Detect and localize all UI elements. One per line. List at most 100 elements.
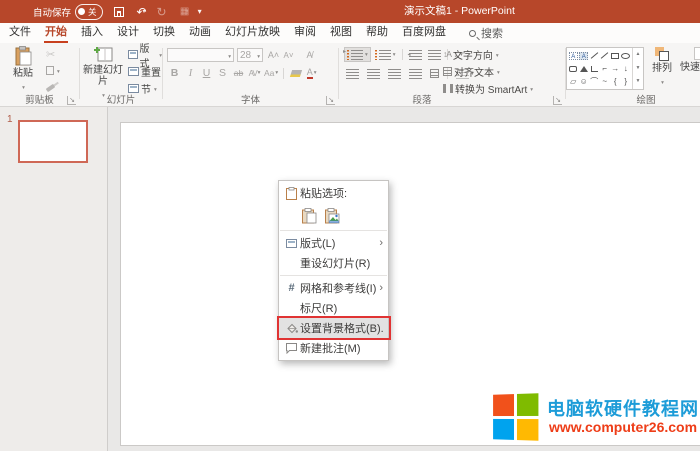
shapes-scroll-down-icon[interactable]: ▼ xyxy=(633,62,643,76)
oval-shape-icon[interactable] xyxy=(621,53,630,59)
align-right-button[interactable] xyxy=(386,66,403,81)
align-text-label: 对齐文本 xyxy=(454,64,494,79)
character-spacing-button[interactable] xyxy=(248,66,261,80)
quick-styles-button[interactable]: 快速样式 xyxy=(683,47,700,73)
tab-file[interactable]: 文件 xyxy=(2,23,38,43)
customize-qat-button[interactable]: ▾ xyxy=(198,7,202,16)
undo-dropdown-icon[interactable]: ▾ xyxy=(143,8,146,15)
copy-button[interactable] xyxy=(46,63,60,78)
text-shadow-button[interactable] xyxy=(216,66,229,80)
right-brace-shape-icon[interactable]: } xyxy=(624,78,627,86)
line-shape-icon[interactable] xyxy=(590,52,598,59)
paste-options-icon xyxy=(286,187,297,200)
freeform-shape-icon[interactable]: ▱ xyxy=(570,78,576,86)
paragraph-dialog-launcher-icon[interactable] xyxy=(553,96,562,105)
align-right-icon xyxy=(388,69,401,79)
tab-animations[interactable]: 动画 xyxy=(182,23,218,43)
curve-shape-icon[interactable]: ~ xyxy=(602,78,607,86)
tab-slideshow[interactable]: 幻灯片放映 xyxy=(218,23,287,43)
save-button[interactable] xyxy=(112,5,126,19)
quick-styles-icon xyxy=(694,47,700,60)
underline-button[interactable] xyxy=(200,66,213,80)
down-arrow-shape-icon[interactable]: ↓ xyxy=(624,65,628,73)
bullets-button[interactable] xyxy=(344,47,371,62)
shapes-gallery[interactable]: ⌐ → ↓ ▱ ☺ ⌒ ~ { } ▲ ▼ ▼ xyxy=(566,47,644,90)
slide-thumbnail[interactable] xyxy=(18,120,88,163)
tab-help[interactable]: 帮助 xyxy=(359,23,395,43)
menu-item-layout[interactable]: 版式(L) › xyxy=(279,233,388,253)
rectangle-shape-icon[interactable] xyxy=(611,53,619,59)
tab-home[interactable]: 开始 xyxy=(38,23,74,43)
align-text-button[interactable]: 对齐文本 xyxy=(443,64,500,79)
triangle-shape-icon[interactable] xyxy=(580,66,588,72)
highlight-pen-button[interactable] xyxy=(289,66,302,80)
paragraph-group-label: 段落 xyxy=(339,92,505,106)
rounded-rectangle-shape-icon[interactable] xyxy=(569,66,577,72)
arrange-button[interactable]: 排列 xyxy=(648,47,676,89)
search-box[interactable]: 搜索 xyxy=(469,25,503,41)
search-icon xyxy=(469,30,476,37)
justify-button[interactable] xyxy=(407,66,424,81)
menu-item-reset-slide[interactable]: 重设幻灯片(R) xyxy=(279,253,388,273)
italic-button[interactable] xyxy=(184,66,197,80)
decrease-indent-icon xyxy=(409,50,422,60)
align-center-button[interactable] xyxy=(365,66,382,81)
context-menu: 粘贴选项: xyxy=(278,180,389,361)
save-icon xyxy=(114,7,124,17)
columns-button[interactable] xyxy=(428,66,441,81)
reset-button[interactable]: 重置 xyxy=(128,64,161,79)
tab-baidu-netdisk[interactable]: 百度网盘 xyxy=(395,23,453,43)
font-name-combobox[interactable] xyxy=(167,48,234,62)
align-left-button[interactable] xyxy=(344,66,361,81)
vertical-textbox-shape-icon[interactable] xyxy=(579,52,588,60)
undo-button[interactable] xyxy=(135,5,149,19)
menu-item-new-comment[interactable]: 新建批注(M) xyxy=(279,338,388,358)
increase-indent-button[interactable] xyxy=(426,47,443,62)
paste-button[interactable]: 粘贴 xyxy=(6,46,40,94)
ribbon-tabs: 文件 开始 插入 设计 切换 动画 幻灯片放映 审阅 视图 帮助 百度网盘 搜索 xyxy=(0,23,700,43)
paste-use-theme-button[interactable] xyxy=(300,206,319,225)
strikethrough-button[interactable] xyxy=(232,66,245,80)
shapes-more-icon[interactable]: ▼ xyxy=(633,75,643,89)
font-size-combobox[interactable]: 28 xyxy=(237,48,263,62)
clipboard-dialog-launcher-icon[interactable] xyxy=(67,96,76,105)
menu-item-grid-guides[interactable]: # 网格和参考线(I)... › xyxy=(279,278,388,298)
shapes-scrollbar[interactable]: ▲ ▼ ▼ xyxy=(632,48,643,89)
change-case-button[interactable] xyxy=(264,66,278,80)
tab-insert[interactable]: 插入 xyxy=(74,23,110,43)
cut-button[interactable] xyxy=(46,47,55,62)
curve-connector-shape-icon[interactable]: ⌐ xyxy=(602,65,607,73)
arrow-line-shape-icon[interactable] xyxy=(601,52,609,59)
bold-button[interactable] xyxy=(168,66,181,80)
paste-label: 粘贴 xyxy=(13,68,33,79)
tab-review[interactable]: 审阅 xyxy=(287,23,323,43)
font-color-button[interactable] xyxy=(305,66,318,80)
redo-button[interactable] xyxy=(155,5,169,19)
grid-dropdown-icon[interactable]: ▾ xyxy=(186,8,189,15)
elbow-connector-shape-icon[interactable] xyxy=(591,66,598,72)
layout-menu-label: 版式(L) xyxy=(300,235,377,251)
layout-button[interactable]: 版式 xyxy=(128,47,162,62)
numbering-button[interactable] xyxy=(373,47,398,62)
tab-view[interactable]: 视图 xyxy=(323,23,359,43)
menu-item-ruler[interactable]: 标尺(R) xyxy=(279,298,388,318)
autosave-toggle[interactable]: 自动保存 关 xyxy=(33,4,103,20)
menu-item-format-background[interactable]: 设置背景格式(B)... xyxy=(279,318,388,338)
textbox-shape-icon[interactable] xyxy=(569,52,578,60)
shapes-scroll-up-icon[interactable]: ▲ xyxy=(633,48,643,62)
right-arrow-shape-icon[interactable]: → xyxy=(611,65,619,73)
slideshow-grid-button[interactable] xyxy=(178,5,192,19)
decrease-indent-button[interactable] xyxy=(407,47,424,62)
font-dialog-launcher-icon[interactable] xyxy=(326,96,335,105)
copy-icon xyxy=(46,66,54,75)
paste-use-theme-icon xyxy=(302,208,317,224)
smiley-shape-icon[interactable]: ☺ xyxy=(580,78,588,86)
clear-formatting-button[interactable] xyxy=(303,48,316,62)
text-direction-button[interactable]: 文字方向 xyxy=(443,47,499,62)
decrease-font-button[interactable] xyxy=(282,48,295,62)
paste-as-picture-button[interactable] xyxy=(323,206,342,225)
increase-font-button[interactable] xyxy=(267,48,280,62)
left-brace-shape-icon[interactable]: { xyxy=(614,78,617,86)
toggle-knob-icon xyxy=(78,8,85,15)
arc-shape-icon[interactable]: ⌒ xyxy=(590,78,598,86)
